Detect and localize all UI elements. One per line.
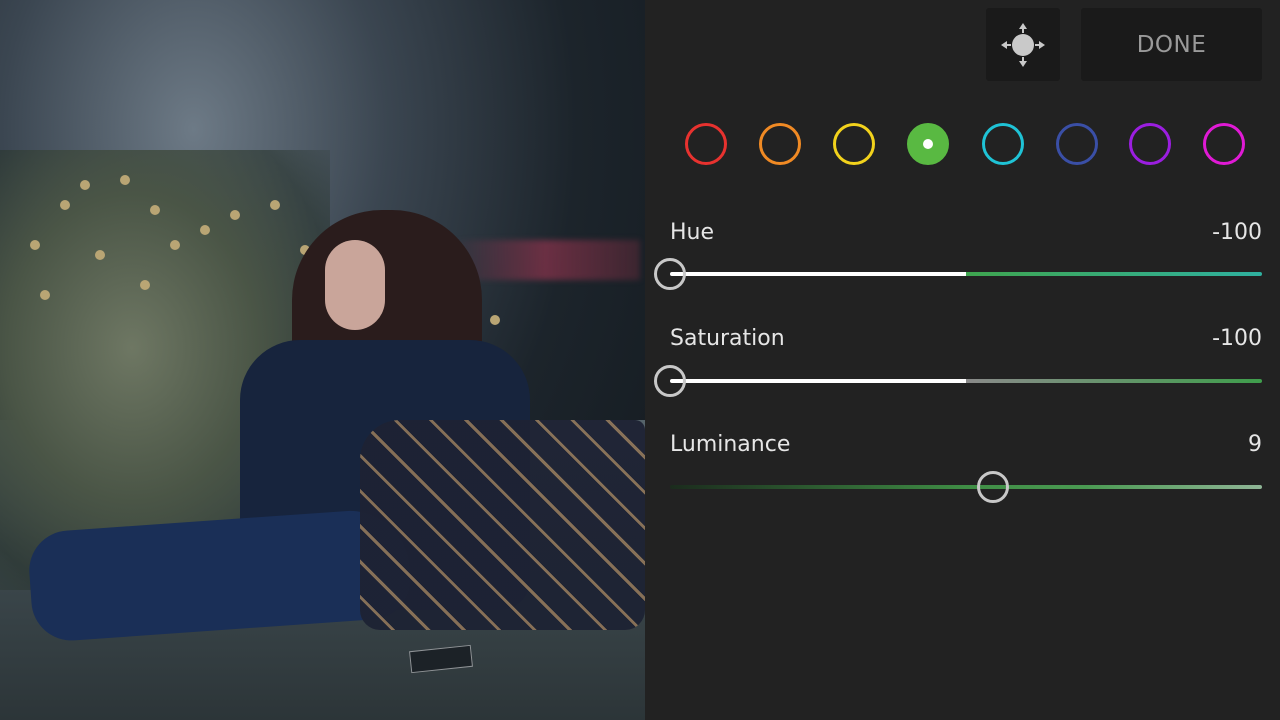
luminance-label: Luminance: [670, 432, 791, 457]
saturation-slider-track[interactable]: [670, 379, 1262, 383]
color-mix-panel: DONE Hue -100 Saturation -100 Luminance …: [645, 0, 1280, 720]
luminance-slider-track[interactable]: [670, 485, 1262, 489]
move-panel-button[interactable]: [986, 8, 1060, 81]
swatch-blue[interactable]: [1056, 123, 1098, 165]
photo-subject-face: [325, 240, 385, 330]
hue-label: Hue: [670, 220, 715, 245]
saturation-label: Saturation: [670, 326, 785, 351]
luminance-slider-handle[interactable]: [976, 471, 1009, 503]
swatch-purple[interactable]: [1129, 123, 1171, 165]
photo-preview: [0, 0, 645, 720]
hue-slider-track[interactable]: [670, 272, 1262, 276]
swatch-orange[interactable]: [759, 123, 801, 165]
swatch-magenta[interactable]: [1203, 123, 1245, 165]
hue-slider-handle[interactable]: [654, 258, 686, 290]
swatch-aqua[interactable]: [982, 123, 1024, 165]
swatch-green[interactable]: [907, 123, 949, 165]
color-swatch-row: [685, 123, 1247, 167]
swatch-red[interactable]: [685, 123, 727, 165]
saturation-value: -100: [1212, 326, 1262, 351]
move-arrows-icon: [1001, 22, 1045, 67]
luminance-value: 9: [1248, 432, 1262, 457]
saturation-slider-handle[interactable]: [654, 365, 686, 397]
hue-value: -100: [1212, 220, 1262, 245]
selected-indicator: [923, 139, 933, 149]
photo-subject-scarf: [360, 420, 645, 630]
done-button[interactable]: DONE: [1081, 8, 1262, 81]
swatch-yellow[interactable]: [833, 123, 875, 165]
photo-background-blur: [450, 240, 640, 280]
